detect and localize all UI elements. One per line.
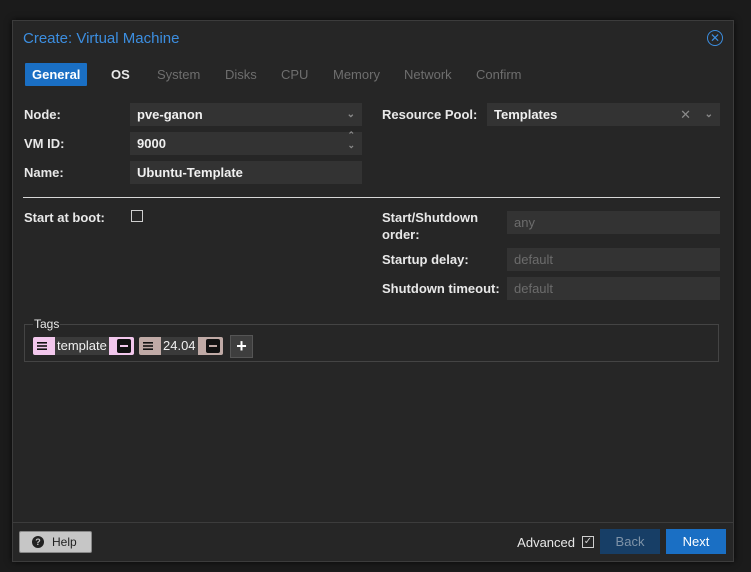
start-shutdown-order-label: Start/Shutdown order: [382, 210, 479, 242]
chevron-down-icon[interactable]: ⌄ [347, 104, 355, 125]
add-tag-button[interactable]: + [230, 335, 253, 358]
create-vm-dialog: Create: Virtual Machine ✕ General OS Sys… [12, 20, 734, 562]
spinner-icon[interactable]: ⌃ ⌄ [347, 130, 355, 150]
next-button[interactable]: Next [666, 529, 726, 554]
clear-icon[interactable]: ✕ [680, 104, 691, 125]
node-value: pve-ganon [137, 107, 203, 122]
tag-text: template [55, 337, 109, 355]
drag-handle-icon[interactable] [141, 339, 155, 353]
startup-delay-input[interactable]: default [507, 248, 720, 271]
resource-pool-select[interactable]: Templates ✕ ⌄ [487, 103, 720, 126]
tags-legend: Tags [33, 317, 61, 331]
shutdown-timeout-label: Shutdown timeout: [382, 281, 500, 296]
tag-24-04[interactable]: 24.04 [139, 337, 223, 355]
help-button[interactable]: ? Help [19, 531, 92, 553]
vmid-label: VM ID: [24, 136, 65, 151]
dialog-footer: ? Help Advanced ✓ Back Next [13, 522, 733, 561]
tab-system[interactable]: System [150, 63, 207, 86]
tab-memory[interactable]: Memory [326, 63, 387, 86]
start-at-boot-checkbox[interactable] [131, 210, 143, 222]
node-select[interactable]: pve-ganon ⌄ [130, 103, 362, 126]
node-label: Node: [24, 107, 61, 122]
startup-delay-label: Startup delay: [382, 252, 469, 267]
tag-text: 24.04 [161, 337, 198, 355]
advanced-label: Advanced [517, 535, 575, 550]
shutdown-timeout-input[interactable]: default [507, 277, 720, 300]
minus-icon[interactable] [206, 339, 220, 353]
tab-cpu[interactable]: CPU [274, 63, 315, 86]
help-icon: ? [32, 536, 44, 548]
tab-general[interactable]: General [25, 63, 88, 86]
start-at-boot-label: Start at boot: [24, 210, 105, 225]
tab-network[interactable]: Network [397, 63, 459, 86]
check-icon: ✓ [583, 536, 593, 547]
resource-pool-label: Resource Pool: [382, 107, 478, 122]
advanced-checkbox[interactable]: ✓ [582, 536, 594, 548]
name-value: Ubuntu-Template [137, 165, 243, 180]
dialog-title: Create: Virtual Machine [23, 30, 180, 47]
section-divider [23, 197, 720, 198]
minus-icon[interactable] [117, 339, 131, 353]
title-bar: Create: Virtual Machine ✕ [13, 21, 733, 55]
start-shutdown-order-input[interactable]: any [507, 211, 720, 234]
vmid-input[interactable]: 9000 ⌃ ⌄ [130, 130, 362, 155]
plus-icon: + [236, 336, 247, 356]
name-input[interactable]: Ubuntu-Template [130, 161, 362, 184]
close-icon[interactable]: ✕ [707, 30, 723, 46]
chevron-down-icon[interactable]: ⌄ [705, 104, 713, 125]
back-button[interactable]: Back [600, 529, 660, 554]
name-label: Name: [24, 165, 64, 180]
tab-os[interactable]: OS [104, 63, 137, 86]
tab-disks[interactable]: Disks [218, 63, 264, 86]
tab-confirm[interactable]: Confirm [469, 63, 529, 86]
vmid-value: 9000 [137, 136, 166, 151]
resource-pool-value: Templates [494, 107, 558, 122]
wizard-tabs: General OS System Disks CPU Memory Netwo… [25, 63, 723, 86]
tag-template[interactable]: template [33, 337, 134, 355]
drag-handle-icon[interactable] [35, 339, 49, 353]
